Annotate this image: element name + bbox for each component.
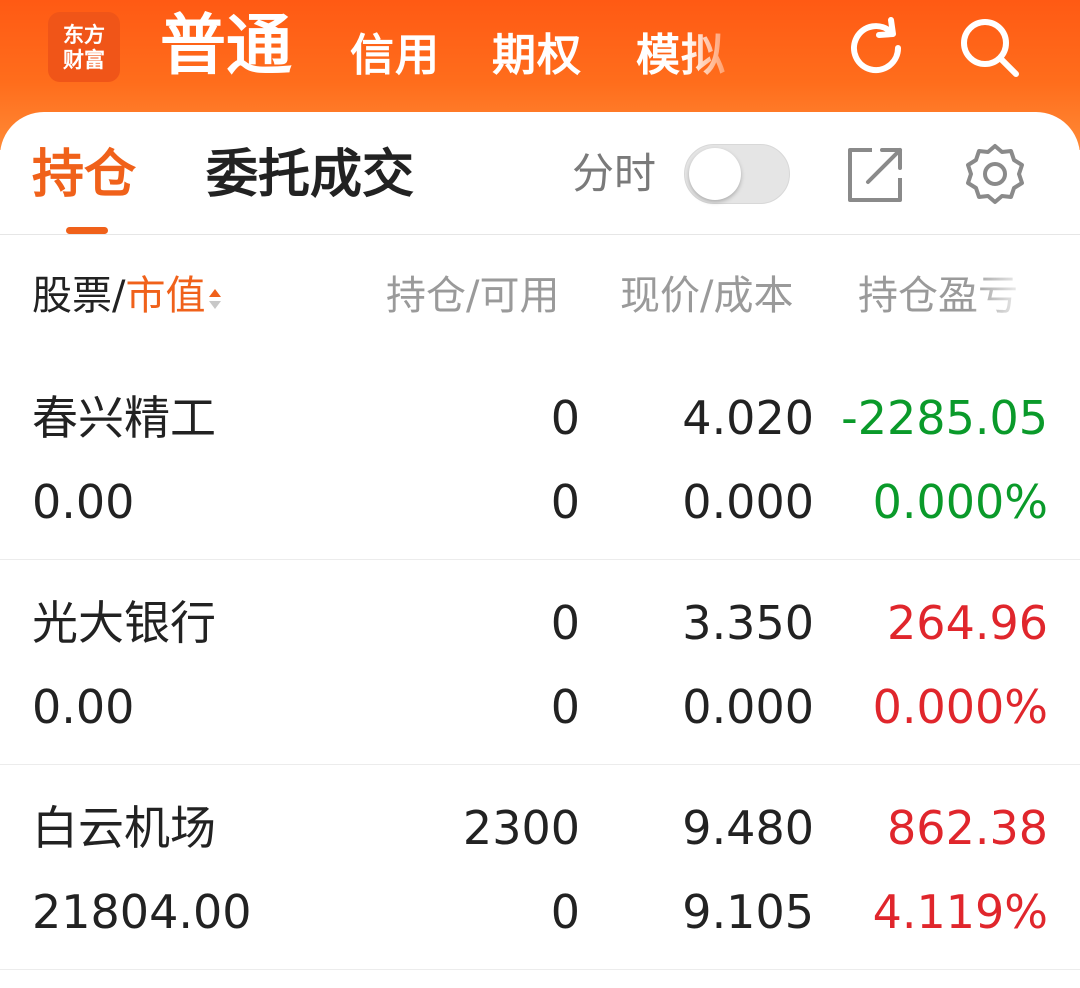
current-price: 9.480: [682, 801, 814, 855]
holding-qty: 0: [550, 596, 580, 650]
position-pnl: 264.96: [887, 596, 1048, 650]
available-qty: 0: [550, 885, 580, 939]
column-header-holding-available: 持仓/可用: [386, 273, 560, 319]
column-header-market-value: 市值: [125, 273, 206, 319]
active-tab-indicator: [66, 227, 108, 234]
logo-text-line2: 财富: [63, 47, 105, 72]
tab-orders-trades[interactable]: 委托成交: [206, 142, 414, 208]
tab-positions[interactable]: 持仓: [32, 142, 136, 208]
position-pnl: 862.38: [887, 801, 1048, 855]
refresh-icon[interactable]: [842, 14, 910, 82]
market-value: 0.00: [32, 680, 135, 734]
settings-gear-icon[interactable]: [962, 142, 1028, 208]
intraday-toggle[interactable]: [684, 144, 790, 204]
search-icon[interactable]: [956, 14, 1024, 82]
tabs-divider: [0, 234, 1080, 235]
mode-tab-options[interactable]: 期权: [492, 26, 582, 86]
sort-icon[interactable]: [207, 280, 223, 316]
intraday-toggle-label: 分时: [572, 149, 657, 198]
cost-price: 0.000: [682, 680, 814, 734]
logo-text-line1: 东方: [63, 22, 105, 47]
position-pnl: -2285.05: [841, 391, 1048, 445]
mode-tab-simulated[interactable]: 模拟: [636, 26, 726, 86]
current-price: 4.020: [682, 391, 814, 445]
market-value: 21804.00: [32, 885, 252, 939]
column-header-pnl: 持仓盈亏: [858, 273, 1018, 319]
stock-name: 白云机场: [32, 801, 216, 855]
current-price: 3.350: [682, 596, 814, 650]
market-value: 0.00: [32, 475, 135, 529]
column-header-stock: 股票/: [32, 273, 126, 319]
column-header-stock-value[interactable]: 股票/市值: [32, 266, 223, 326]
available-qty: 0: [550, 680, 580, 734]
row-divider: [0, 969, 1080, 970]
position-pnl-percent: 0.000%: [872, 680, 1048, 734]
holding-qty: 0: [550, 391, 580, 445]
toggle-knob: [689, 148, 741, 200]
holding-qty: 2300: [462, 801, 580, 855]
cost-price: 9.105: [682, 885, 814, 939]
row-divider: [0, 764, 1080, 765]
position-pnl-percent: 4.119%: [872, 885, 1048, 939]
available-qty: 0: [550, 475, 580, 529]
mode-tab-normal[interactable]: 普通: [160, 6, 292, 86]
position-pnl-percent: 0.000%: [872, 475, 1048, 529]
stock-name: 光大银行: [32, 596, 216, 650]
export-icon[interactable]: [842, 142, 908, 208]
stock-name: 春兴精工: [32, 391, 216, 445]
row-divider: [0, 559, 1080, 560]
app-logo[interactable]: 东方 财富: [48, 12, 120, 82]
cost-price: 0.000: [682, 475, 814, 529]
column-header-price-cost: 现价/成本: [620, 273, 794, 319]
mode-tab-credit[interactable]: 信用: [350, 26, 440, 86]
